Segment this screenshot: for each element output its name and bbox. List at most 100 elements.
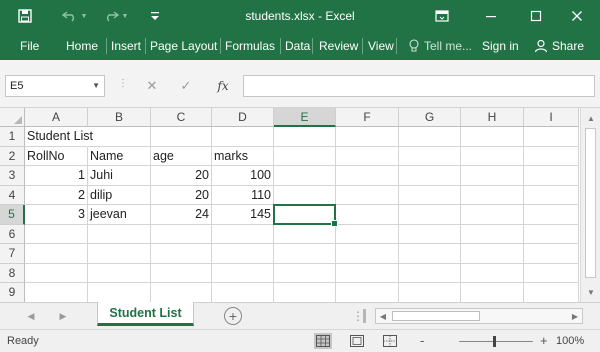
next-sheet-icon[interactable]: ▶ — [54, 308, 72, 324]
splitter-dots-icon[interactable]: ⋮ — [118, 78, 128, 94]
cell-e1[interactable] — [274, 127, 336, 147]
cell-g9[interactable] — [399, 283, 461, 303]
save-icon[interactable] — [10, 0, 40, 32]
cell-h4[interactable] — [461, 185, 524, 205]
formula-input[interactable] — [243, 75, 595, 97]
row-header-2[interactable]: 2 — [0, 146, 25, 166]
cell-a2[interactable]: RollNo — [25, 146, 88, 166]
cell-c6[interactable] — [151, 224, 212, 244]
select-all-button[interactable] — [0, 108, 25, 127]
ribbon-display-options-icon[interactable] — [425, 0, 459, 32]
cell-i7[interactable] — [524, 244, 579, 264]
cell-f3[interactable] — [336, 166, 399, 186]
cell-i3[interactable] — [524, 166, 579, 186]
cell-d1[interactable] — [212, 127, 274, 147]
cell-f9[interactable] — [336, 283, 399, 303]
cell-e4[interactable] — [274, 185, 336, 205]
cell-h8[interactable] — [461, 263, 524, 283]
cell-a3[interactable]: 1 — [25, 166, 88, 186]
insert-function-icon[interactable]: fx — [211, 75, 235, 97]
cell-b8[interactable] — [88, 263, 151, 283]
zoom-slider-thumb[interactable] — [493, 336, 496, 347]
cell-d3[interactable]: 100 — [212, 166, 274, 186]
cell-d8[interactable] — [212, 263, 274, 283]
cell-i5[interactable] — [524, 205, 579, 225]
sign-in-link[interactable]: Sign in — [478, 32, 523, 60]
cell-i9[interactable] — [524, 283, 579, 303]
cell-a8[interactable] — [25, 263, 88, 283]
cell-h1[interactable] — [461, 127, 524, 147]
row-header-3[interactable]: 3 — [0, 166, 25, 186]
undo-dropdown-icon[interactable]: ▼ — [78, 0, 90, 32]
row-header-8[interactable]: 8 — [0, 263, 25, 283]
page-break-preview-icon[interactable] — [381, 333, 399, 349]
column-header-f[interactable]: F — [336, 108, 399, 127]
cell-b9[interactable] — [88, 283, 151, 303]
cell-a1[interactable]: Student List — [25, 127, 93, 147]
close-icon[interactable] — [560, 0, 594, 32]
chevron-down-icon[interactable]: ▼ — [92, 76, 100, 96]
cell-h3[interactable] — [461, 166, 524, 186]
cell-c9[interactable] — [151, 283, 212, 303]
scroll-left-icon[interactable]: ◀ — [376, 309, 390, 323]
column-header-g[interactable]: G — [399, 108, 461, 127]
cancel-icon[interactable]: ✕ — [140, 75, 164, 97]
cell-a7[interactable] — [25, 244, 88, 264]
cell-d7[interactable] — [212, 244, 274, 264]
cell-a6[interactable] — [25, 224, 88, 244]
cell-c4[interactable]: 20 — [151, 185, 212, 205]
tab-view[interactable]: View — [364, 32, 398, 60]
column-header-c[interactable]: C — [151, 108, 212, 127]
column-header-d[interactable]: D — [212, 108, 274, 127]
add-sheet-icon[interactable]: + — [224, 307, 242, 325]
cell-g2[interactable] — [399, 146, 461, 166]
cell-d4[interactable]: 110 — [212, 185, 274, 205]
column-header-a[interactable]: A — [25, 108, 88, 127]
cell-g8[interactable] — [399, 263, 461, 283]
cell-f5[interactable] — [336, 205, 399, 225]
normal-view-icon[interactable] — [314, 333, 332, 349]
cell-d9[interactable] — [212, 283, 274, 303]
cell-g4[interactable] — [399, 185, 461, 205]
tab-home[interactable]: Home — [62, 32, 102, 60]
worksheet-grid[interactable]: A B C D E F G H I 1 Student List 2 RollNo Name age mark… — [0, 108, 580, 303]
horizontal-scroll-thumb[interactable] — [392, 311, 480, 321]
previous-sheet-icon[interactable]: ◀ — [22, 308, 40, 324]
cell-f1[interactable] — [336, 127, 399, 147]
row-header-6[interactable]: 6 — [0, 224, 25, 244]
cell-i8[interactable] — [524, 263, 579, 283]
row-header-7[interactable]: 7 — [0, 244, 25, 264]
cell-i1[interactable] — [524, 127, 579, 147]
redo-dropdown-icon[interactable]: ▼ — [119, 0, 131, 32]
cell-c5[interactable]: 24 — [151, 205, 212, 225]
cell-g1[interactable] — [399, 127, 461, 147]
zoom-level[interactable]: 100% — [556, 330, 584, 352]
cell-a5[interactable]: 3 — [25, 205, 88, 225]
cell-h9[interactable] — [461, 283, 524, 303]
page-layout-view-icon[interactable] — [348, 333, 366, 349]
tab-review[interactable]: Review — [315, 32, 362, 60]
tab-file[interactable]: File — [16, 32, 43, 60]
share-button[interactable]: Share — [530, 32, 588, 60]
cell-e2[interactable] — [274, 146, 336, 166]
cell-g5[interactable] — [399, 205, 461, 225]
scroll-right-icon[interactable]: ▶ — [568, 309, 582, 323]
minimize-icon[interactable] — [474, 0, 508, 32]
cell-e7[interactable] — [274, 244, 336, 264]
cell-e3[interactable] — [274, 166, 336, 186]
cell-c1[interactable] — [151, 127, 212, 147]
cell-d2[interactable]: marks — [212, 146, 274, 166]
cell-i2[interactable] — [524, 146, 579, 166]
cell-e8[interactable] — [274, 263, 336, 283]
cell-c8[interactable] — [151, 263, 212, 283]
cell-d5[interactable]: 145 — [212, 205, 274, 225]
vertical-scrollbar[interactable]: ▲ ▼ — [580, 108, 600, 302]
name-box[interactable]: E5 ▼ — [5, 75, 105, 97]
cell-e9[interactable] — [274, 283, 336, 303]
cell-b5[interactable]: jeevan — [88, 205, 151, 225]
cell-c7[interactable] — [151, 244, 212, 264]
vertical-scroll-thumb[interactable] — [585, 128, 596, 278]
cell-f8[interactable] — [336, 263, 399, 283]
tell-me-box[interactable]: Tell me... — [404, 32, 476, 60]
zoom-out-button[interactable]: - — [420, 330, 424, 352]
